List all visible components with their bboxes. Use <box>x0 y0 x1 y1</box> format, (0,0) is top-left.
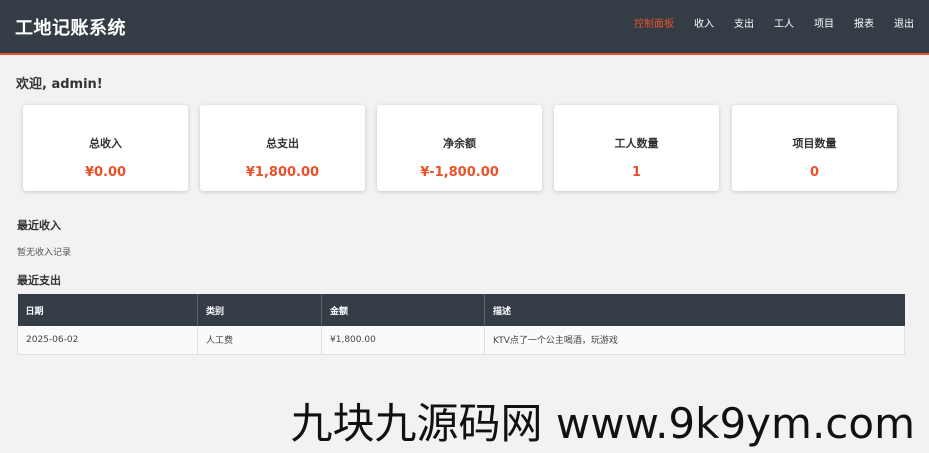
nav-item-reports[interactable]: 报表 <box>854 15 874 30</box>
column-header-date: 日期 <box>17 294 198 326</box>
nav-item-workers[interactable]: 工人 <box>774 15 794 30</box>
summary-cards: 总收入 ¥0.00 总支出 ¥1,800.00 净余额 ¥-1,800.00 工… <box>23 105 898 195</box>
cell-date: 2025-06-02 <box>17 326 198 355</box>
card-label: 工人数量 <box>614 137 659 150</box>
card-label: 总收入 <box>89 137 122 150</box>
card-value: ¥-1,800.00 <box>420 165 499 180</box>
card-total-income: 总收入 ¥0.00 <box>23 105 188 191</box>
card-net-balance: 净余额 ¥-1,800.00 <box>377 105 542 191</box>
nav-item-projects[interactable]: 项目 <box>814 15 834 30</box>
cell-amount: ¥1,800.00 <box>321 326 485 355</box>
recent-income-empty: 暂无收入记录 <box>17 248 72 258</box>
nav-item-dashboard[interactable]: 控制面板 <box>634 15 674 30</box>
app-title: 工地记账系统 <box>15 17 126 39</box>
cell-category: 人工费 <box>197 326 322 355</box>
column-header-category: 类别 <box>197 294 322 326</box>
nav-item-logout[interactable]: 退出 <box>894 15 914 30</box>
card-total-expense: 总支出 ¥1,800.00 <box>200 105 365 191</box>
card-value: ¥1,800.00 <box>245 165 320 180</box>
card-project-count: 项目数量 0 <box>732 105 897 191</box>
nav-item-expense[interactable]: 支出 <box>734 15 754 30</box>
card-worker-count: 工人数量 1 <box>554 105 719 191</box>
column-header-description: 描述 <box>484 294 905 326</box>
card-value: 1 <box>631 165 642 180</box>
watermark-text: 九块九源码网 www.9k9ym.com <box>290 399 915 448</box>
welcome-message: 欢迎, admin! <box>16 77 103 92</box>
main-nav: 控制面板 收入 支出 工人 项目 报表 退出 <box>614 0 914 53</box>
table-header-row: 日期 类别 金额 描述 <box>17 294 905 326</box>
recent-income-title: 最近收入 <box>17 219 61 232</box>
recent-expense-title: 最近支出 <box>17 274 61 287</box>
cell-description: KTV点了一个公主喝酒，玩游戏 <box>484 326 905 355</box>
column-header-amount: 金额 <box>321 294 485 326</box>
card-label: 净余额 <box>443 137 476 150</box>
card-value: 0 <box>809 165 820 180</box>
recent-expense-table: 日期 类别 金额 描述 2025-06-02 人工费 ¥1,800.00 KTV… <box>17 294 905 355</box>
card-label: 项目数量 <box>792 137 837 150</box>
top-header: 工地记账系统 控制面板 收入 支出 工人 项目 报表 退出 <box>0 0 929 55</box>
table-row: 2025-06-02 人工费 ¥1,800.00 KTV点了一个公主喝酒，玩游戏 <box>17 326 905 355</box>
nav-item-income[interactable]: 收入 <box>694 15 714 30</box>
card-value: ¥0.00 <box>84 165 127 180</box>
card-label: 总支出 <box>266 137 299 150</box>
